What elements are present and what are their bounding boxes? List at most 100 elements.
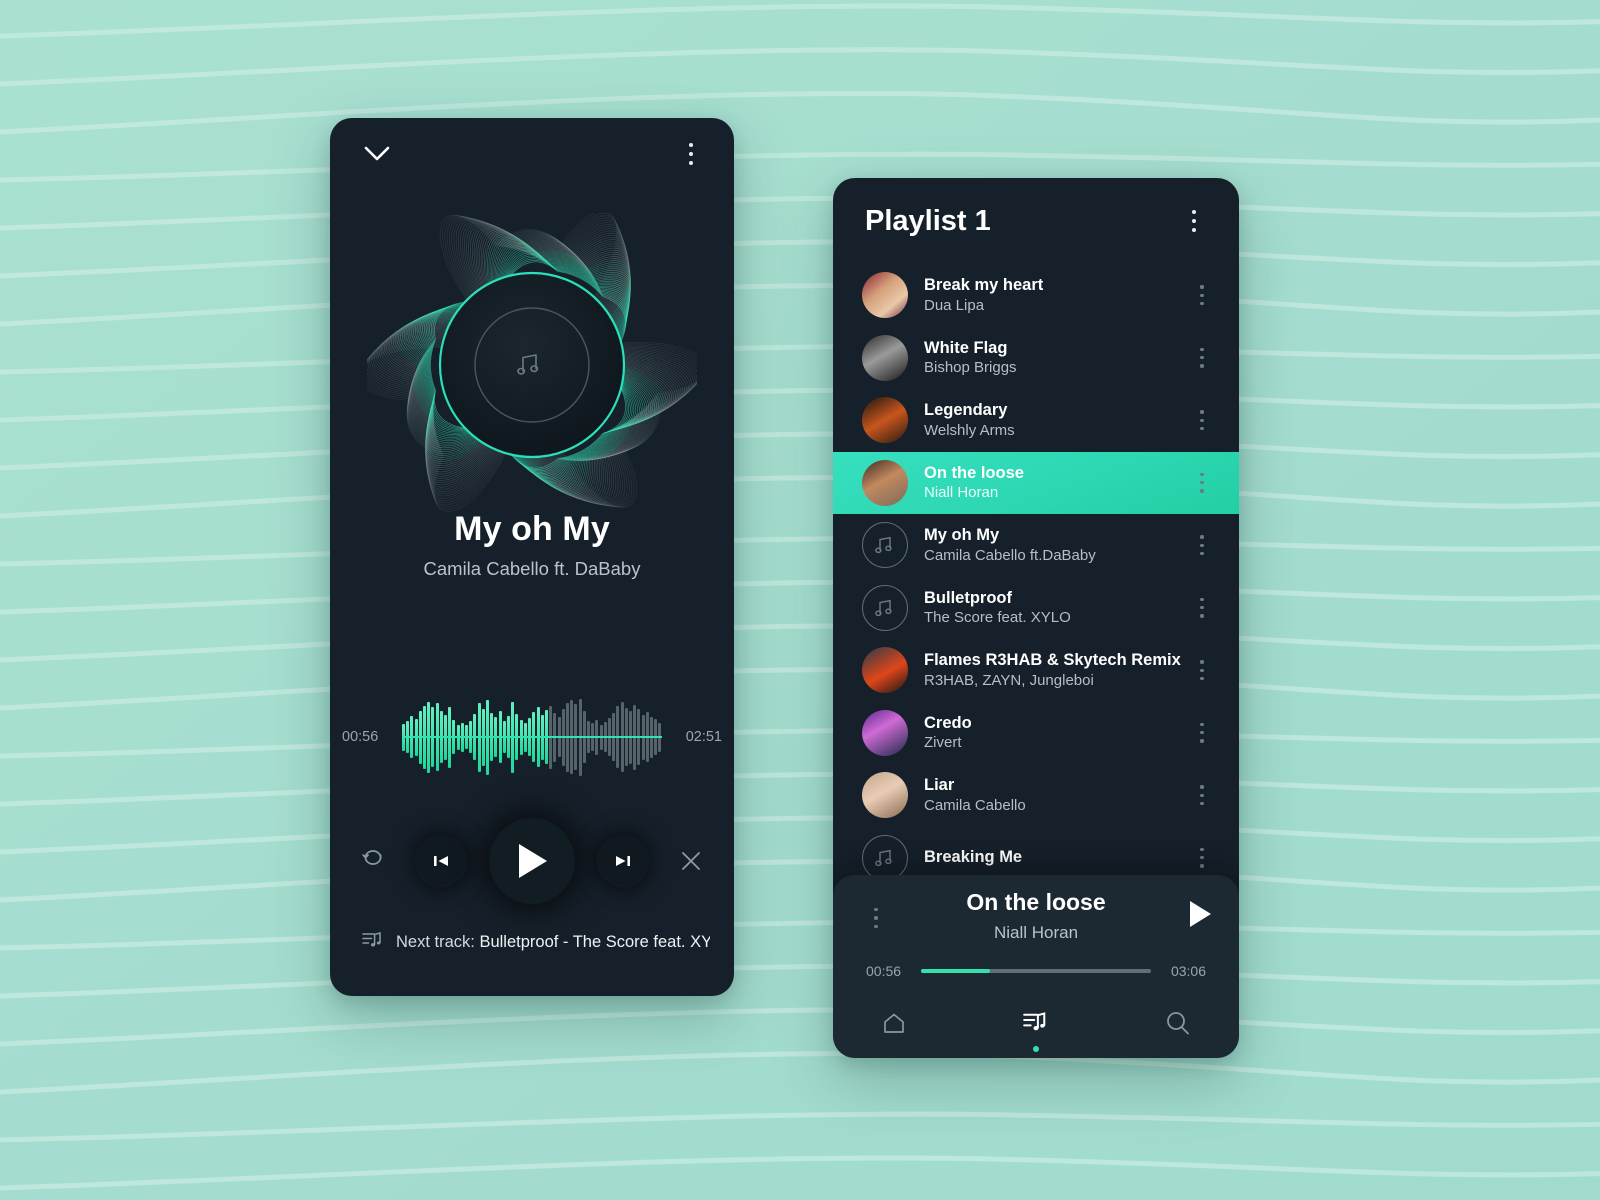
track-meta: Flames R3HAB & Skytech Remix R3HAB, ZAYN…: [924, 650, 1189, 690]
album-art: [862, 334, 908, 381]
background-pattern: [0, 0, 1600, 1200]
mini-player: On the loose Niall Horan 00:56 03:06: [833, 875, 1239, 1058]
now-playing-title: My oh My: [454, 510, 610, 548]
track-meta: On the loose Niall Horan: [924, 463, 1189, 503]
previous-button[interactable]: [415, 835, 467, 887]
elapsed-time: 00:56: [342, 729, 379, 745]
track-title: Liar: [924, 776, 955, 795]
track-artist: Zivert: [924, 734, 962, 752]
album-art: [862, 397, 908, 444]
album-art: [862, 272, 908, 319]
mini-progress-row[interactable]: 00:56 03:06: [833, 963, 1239, 979]
mini-total-duration: 03:06: [1170, 963, 1206, 979]
track-row[interactable]: Break my heart Dua Lipa: [833, 264, 1239, 327]
track-artist: Bishop Briggs: [924, 359, 1017, 377]
playlist-screen: Playlist 1 Break my heart Dua Lipa White…: [833, 178, 1239, 1058]
next-track-row[interactable]: Next track: Bulletproof - The Score feat…: [362, 930, 710, 955]
track-menu-icon[interactable]: [1189, 716, 1215, 750]
track-row[interactable]: On the loose Niall Horan: [833, 451, 1239, 514]
search-icon[interactable]: [1157, 1002, 1199, 1044]
track-row[interactable]: Legendary Welshly Arms: [833, 389, 1239, 452]
track-row[interactable]: Liar Camila Cabello: [833, 764, 1239, 827]
next-button[interactable]: [597, 835, 649, 887]
track-menu-icon[interactable]: [1189, 778, 1215, 812]
track-meta: Breaking Me: [924, 847, 1189, 868]
track-meta: Break my heart Dua Lipa: [924, 275, 1189, 315]
track-row[interactable]: Flames R3HAB & Skytech Remix R3HAB, ZAYN…: [833, 639, 1239, 702]
track-menu-icon[interactable]: [1189, 591, 1215, 625]
audio-visualizer: [330, 198, 734, 538]
track-menu-icon[interactable]: [1189, 528, 1215, 562]
track-menu-icon[interactable]: [1189, 278, 1215, 312]
next-track-value: Bulletproof - The Score feat. XY...: [479, 933, 710, 951]
next-track-label: Next track:: [396, 933, 475, 951]
album-art: [862, 647, 908, 694]
track-meta: Bulletproof The Score feat. XYLO: [924, 588, 1189, 628]
track-placeholder-icon: [862, 584, 908, 631]
track-title: White Flag: [924, 338, 1008, 357]
playlist-icon[interactable]: [1015, 1002, 1057, 1052]
track-title: My oh My: [924, 526, 1000, 545]
playlist-note-icon: [362, 930, 382, 955]
track-menu-icon[interactable]: [1189, 653, 1215, 687]
home-icon[interactable]: [873, 1002, 915, 1044]
track-menu-icon[interactable]: [1189, 341, 1215, 375]
track-title: On the loose: [924, 463, 1024, 482]
total-duration: 02:51: [685, 729, 722, 745]
track-artist: Camila Cabello: [924, 796, 1026, 814]
bottom-navigation: [833, 1002, 1239, 1052]
mini-player-top: On the loose Niall Horan: [833, 875, 1239, 957]
track-meta: Liar Camila Cabello: [924, 775, 1189, 815]
waveform-canvas[interactable]: [402, 695, 662, 779]
track-meta: White Flag Bishop Briggs: [924, 338, 1189, 378]
page-title: Playlist 1: [865, 204, 991, 237]
album-art: [862, 772, 908, 819]
track-row[interactable]: White Flag Bishop Briggs: [833, 327, 1239, 390]
track-menu-icon[interactable]: [1189, 466, 1215, 500]
track-artist: The Score feat. XYLO: [924, 609, 1071, 627]
track-title: Credo: [924, 713, 972, 732]
track-meta: Legendary Welshly Arms: [924, 400, 1189, 440]
track-menu-icon[interactable]: [1189, 841, 1215, 875]
play-button[interactable]: [489, 818, 575, 904]
now-playing-screen: My oh My Camila Cabello ft. DaBaby 00:56…: [330, 118, 734, 996]
playlist-menu-icon[interactable]: [1181, 204, 1207, 238]
track-meta: Credo Zivert: [924, 713, 1189, 753]
track-row[interactable]: My oh My Camila Cabello ft.DaBaby: [833, 514, 1239, 577]
track-title: Bulletproof: [924, 588, 1012, 607]
track-artist: Dua Lipa: [924, 296, 985, 314]
track-menu-icon[interactable]: [1189, 403, 1215, 437]
track-meta: My oh My Camila Cabello ft.DaBaby: [924, 525, 1189, 565]
waveform-scrubber[interactable]: 00:56 02:51: [330, 695, 734, 779]
waveform-centerline: [402, 736, 662, 738]
track-artist: Camila Cabello ft.DaBaby: [924, 546, 1096, 564]
player-menu-icon[interactable]: [678, 137, 704, 171]
next-track-text: Next track: Bulletproof - The Score feat…: [396, 933, 710, 952]
album-art: [862, 459, 908, 506]
track-row[interactable]: Credo Zivert: [833, 702, 1239, 765]
track-title: Break my heart: [924, 276, 1044, 295]
track-artist: Niall Horan: [924, 484, 999, 502]
mini-progress-fill: [921, 969, 990, 973]
chevron-down-icon[interactable]: [360, 137, 394, 171]
mini-player-title: On the loose: [966, 889, 1106, 915]
track-artist: R3HAB, ZAYN, Jungleboi: [924, 671, 1094, 689]
track-placeholder-icon: [862, 834, 908, 881]
mini-progress-bar[interactable]: [921, 969, 1151, 973]
close-icon[interactable]: [671, 841, 711, 881]
now-playing-artist: Camila Cabello ft. DaBaby: [423, 558, 641, 579]
mini-player-artist: Niall Horan: [993, 923, 1079, 942]
nav-selected-dot: [1033, 1046, 1039, 1052]
playlist-header: Playlist 1: [833, 178, 1239, 264]
mini-elapsed-time: 00:56: [866, 963, 902, 979]
track-title: Breaking Me: [924, 848, 1023, 867]
repeat-icon[interactable]: [353, 841, 393, 881]
playback-controls: [330, 818, 734, 904]
mini-play-button[interactable]: [1187, 899, 1213, 934]
album-art: [862, 709, 908, 756]
track-title: Legendary: [924, 401, 1008, 420]
track-title: Flames R3HAB & Skytech Remix: [924, 651, 1181, 670]
track-row[interactable]: Bulletproof The Score feat. XYLO: [833, 577, 1239, 640]
track-placeholder-icon: [862, 522, 908, 569]
player-topbar: [330, 118, 734, 190]
